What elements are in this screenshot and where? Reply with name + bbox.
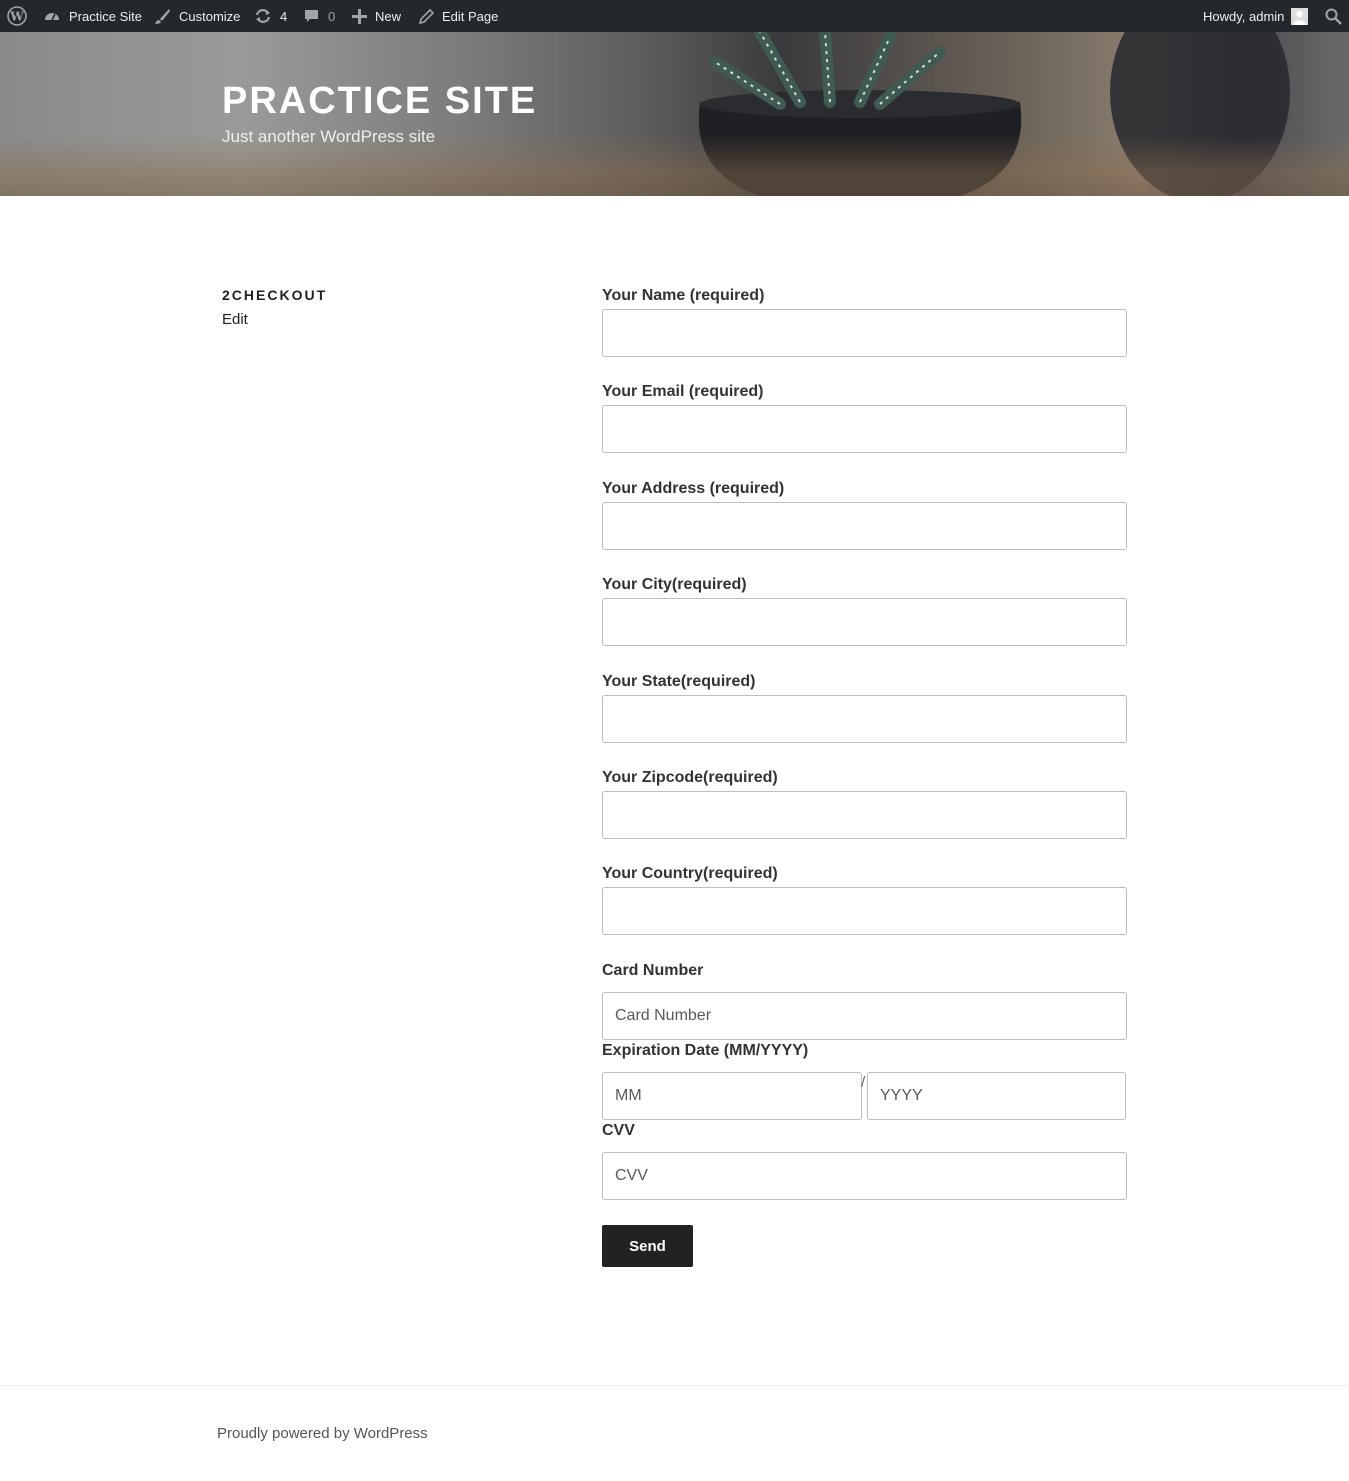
new-label: New — [375, 8, 402, 24]
state-input[interactable] — [602, 695, 1127, 743]
svg-text:W: W — [9, 10, 24, 24]
pencil-icon — [419, 8, 434, 24]
new-content-button[interactable]: New — [352, 0, 401, 32]
site-description: Just another WordPress site — [222, 127, 436, 146]
my-account-menu[interactable]: Howdy, admin — [1203, 0, 1309, 32]
cvv-label: CVV — [602, 1122, 635, 1139]
site-name-menu[interactable]: Practice Site — [43, 0, 142, 32]
updates-icon — [254, 7, 272, 25]
address-label: Your Address (required) — [602, 480, 785, 497]
updates-count: 4 — [280, 8, 288, 24]
name-label: Your Name (required) — [602, 287, 765, 304]
state-label: Your State(required) — [602, 673, 756, 690]
brush-icon — [154, 8, 171, 25]
address-input[interactable] — [602, 502, 1127, 550]
email-input[interactable] — [602, 405, 1127, 453]
customize-label: Customize — [179, 8, 241, 24]
cvv-placeholder: CVV — [615, 1167, 648, 1184]
edit-link[interactable]: Edit — [222, 311, 248, 328]
dashboard-icon — [43, 7, 61, 25]
month-input[interactable]: MM — [602, 1072, 862, 1120]
edit-page-button[interactable]: Edit Page — [419, 0, 498, 32]
site-title[interactable]: PRACTICE SITE — [222, 80, 537, 123]
send-button[interactable]: Send — [602, 1225, 693, 1267]
site-name-label: Practice Site — [69, 8, 142, 24]
search-button[interactable] — [1325, 0, 1342, 32]
country-input[interactable] — [602, 887, 1127, 935]
expiration-label: Expiration Date (MM/YYYY) — [602, 1042, 809, 1059]
zipcode-label: Your Zipcode(required) — [602, 769, 778, 786]
country-label: Your Country(required) — [602, 865, 778, 882]
customize-button[interactable]: Customize — [154, 0, 240, 32]
card-number-label: Card Number — [602, 962, 704, 979]
search-icon — [1325, 8, 1342, 25]
plus-icon — [352, 8, 367, 24]
name-input[interactable] — [602, 309, 1127, 357]
city-input[interactable] — [602, 598, 1127, 646]
page-title: 2CHECKOUT — [222, 287, 328, 303]
footer-credit-link[interactable]: Proudly powered by WordPress — [217, 1425, 428, 1442]
site-header: PRACTICE SITE Just another WordPress sit… — [0, 32, 1349, 196]
cvv-input[interactable]: CVV — [602, 1152, 1127, 1200]
footer-divider — [0, 1385, 1349, 1386]
edit-page-label: Edit Page — [442, 8, 499, 24]
date-separator: / — [861, 1074, 866, 1091]
card-number-input[interactable]: Card Number — [602, 992, 1127, 1040]
city-label: Your City(required) — [602, 576, 747, 593]
card-number-placeholder: Card Number — [615, 1007, 712, 1024]
comments-count: 0 — [328, 8, 336, 24]
avatar — [1291, 7, 1309, 25]
wordpress-logo-icon: W — [7, 6, 27, 26]
admin-bar: W Practice Site Customize 4 0 New Edit P… — [0, 0, 1349, 32]
comments-button[interactable]: 0 — [303, 0, 335, 32]
year-placeholder: YYYY — [880, 1087, 923, 1104]
month-placeholder: MM — [615, 1087, 642, 1104]
updates-button[interactable]: 4 — [254, 0, 287, 32]
wordpress-logo-button[interactable]: W — [7, 0, 27, 32]
year-input[interactable]: YYYY — [867, 1072, 1126, 1120]
email-label: Your Email (required) — [602, 383, 764, 400]
comment-icon — [303, 8, 320, 25]
howdy-label: Howdy, admin — [1203, 8, 1285, 24]
zipcode-input[interactable] — [602, 791, 1127, 839]
